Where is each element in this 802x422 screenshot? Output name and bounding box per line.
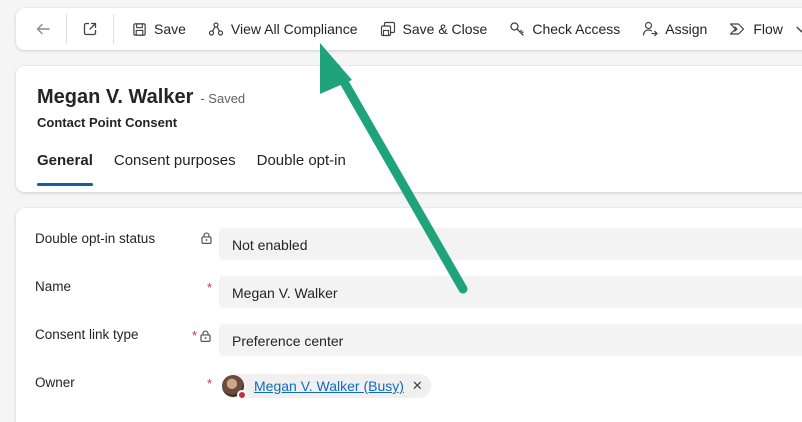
save-label: Save xyxy=(154,21,186,37)
field-label: Name xyxy=(35,279,72,294)
back-button[interactable] xyxy=(30,16,56,42)
flow-icon xyxy=(730,23,745,35)
chevron-down-icon xyxy=(796,26,802,33)
record-header: Megan V. Walker - Saved Contact Point Co… xyxy=(16,66,802,192)
back-arrow-icon xyxy=(36,23,50,35)
assign-person-icon xyxy=(643,21,659,37)
check-access-label: Check Access xyxy=(532,21,621,37)
check-access-button[interactable]: Check Access xyxy=(501,13,628,45)
save-and-close-button[interactable]: Save & Close xyxy=(372,13,496,45)
lock-icon xyxy=(201,232,212,244)
view-all-compliance-button[interactable]: View All Compliance xyxy=(200,13,366,45)
field-label: Double opt-in status xyxy=(35,231,156,246)
assign-button[interactable]: Assign xyxy=(634,13,715,45)
field-double-opt-in-status: Double opt-in status Not enabled xyxy=(16,228,802,262)
avatar xyxy=(222,375,247,400)
field-marks: * xyxy=(192,328,211,343)
record-title: Megan V. Walker xyxy=(37,86,194,108)
entity-name: Contact Point Consent xyxy=(37,115,178,130)
save-button[interactable]: Save xyxy=(124,13,194,45)
field-label: Owner xyxy=(35,375,75,390)
consent-link-type-value: Preference center xyxy=(219,324,802,356)
command-bar: Save View All Compliance Save & Close Ch… xyxy=(16,8,802,50)
more-commands-dropdown[interactable] xyxy=(791,23,802,36)
tab-general[interactable]: General xyxy=(37,152,93,186)
toolbar-divider xyxy=(66,14,67,44)
name-input[interactable]: Megan V. Walker xyxy=(219,276,802,308)
compliance-hierarchy-icon xyxy=(208,22,224,36)
presence-busy-indicator xyxy=(237,390,247,400)
owner-lookup[interactable]: Megan V. Walker (Busy) ✕ xyxy=(219,372,802,404)
owner-chip: Megan V. Walker (Busy) ✕ xyxy=(222,374,431,400)
required-marker: * xyxy=(207,376,213,391)
form-tabs: General Consent purposes Double opt-in xyxy=(37,152,367,186)
assign-label: Assign xyxy=(665,21,708,37)
lock-icon xyxy=(200,329,211,342)
double-opt-in-status-value: Not enabled xyxy=(219,228,802,260)
flow-label: Flow xyxy=(753,21,783,37)
tab-consent-purposes[interactable]: Consent purposes xyxy=(114,152,236,186)
app-page: Save View All Compliance Save & Close Ch… xyxy=(0,0,802,422)
field-consent-link-type: Consent link type * Preference center xyxy=(16,324,802,358)
save-status: - Saved xyxy=(200,91,246,106)
save-and-close-label: Save & Close xyxy=(402,21,488,37)
open-in-new-window-icon xyxy=(83,22,97,36)
field-marks xyxy=(201,232,212,244)
remove-owner-icon[interactable]: ✕ xyxy=(412,378,423,394)
open-in-new-window-button[interactable] xyxy=(77,16,103,42)
flow-button[interactable]: Flow xyxy=(721,13,791,45)
field-owner: Owner * Megan V. Walker (Busy) ✕ xyxy=(16,372,802,406)
field-name: Name * Megan V. Walker xyxy=(16,276,802,310)
save-icon xyxy=(133,22,146,36)
field-label: Consent link type xyxy=(35,327,139,342)
field-marks: * xyxy=(207,280,212,295)
owner-link[interactable]: Megan V. Walker (Busy) xyxy=(254,378,404,394)
toolbar-divider xyxy=(113,14,114,44)
required-marker: * xyxy=(207,280,213,295)
record-title-row: Megan V. Walker - Saved xyxy=(37,86,245,109)
view-all-compliance-label: View All Compliance xyxy=(230,21,358,37)
save-and-close-icon xyxy=(380,21,395,37)
general-section: Double opt-in status Not enabled Name * … xyxy=(16,208,802,422)
required-marker: * xyxy=(192,328,198,343)
field-marks: * xyxy=(207,376,212,391)
key-icon xyxy=(510,22,524,36)
tab-double-opt-in[interactable]: Double opt-in xyxy=(257,152,346,186)
